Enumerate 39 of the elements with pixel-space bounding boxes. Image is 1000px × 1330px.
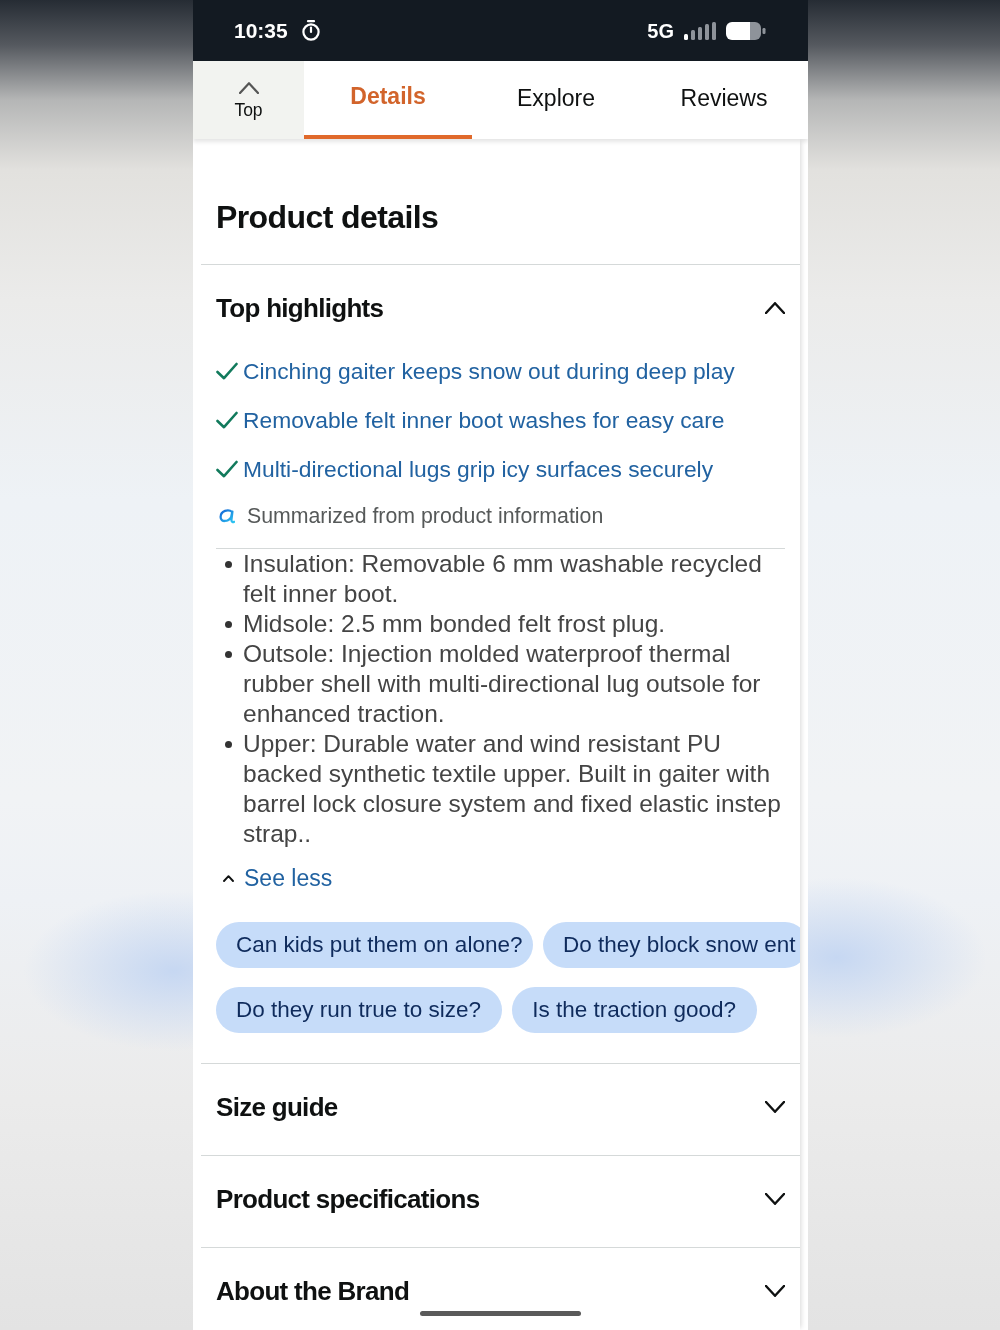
bullet-icon [225, 741, 232, 748]
chevron-up-icon [238, 82, 259, 94]
bullet-icon [225, 651, 232, 658]
bullet-text: Insulation: Removable 6 mm washable recycled felt inner boot. [243, 549, 763, 609]
top-button[interactable]: Top [193, 61, 304, 139]
section-title: Product specifications [216, 1183, 480, 1215]
highlight-text: Removable felt inner boot washes for easy care [243, 405, 725, 434]
check-icon [216, 410, 238, 429]
highlight-text: Cinching gaiter keeps snow out during deep play [243, 356, 735, 385]
check-icon [216, 361, 238, 380]
chevron-down-icon[interactable] [765, 1101, 785, 1113]
page-title: Product details [216, 198, 440, 237]
question-chip[interactable]: Can kids put them on alone? [216, 922, 533, 968]
signal-icon [684, 21, 716, 40]
summary-note: Summarized from product information [247, 503, 604, 529]
question-chip[interactable]: Do they block snow ent [542, 922, 800, 968]
chevron-up-icon[interactable] [765, 302, 785, 314]
bullet-icon [225, 561, 232, 568]
tab[interactable]: Reviews [640, 61, 808, 139]
swirl-icon [219, 508, 235, 524]
status-time: 10:35 [234, 18, 288, 43]
stopwatch-icon [301, 20, 320, 41]
bullet-text: Upper: Durable water and wind resistant PU backed synthetic textile upper. Built in gaiter with barrel lock closure system and fixed elastic instep strap.. [243, 729, 782, 849]
bullet-text: Midsole: 2.5 mm bonded felt frost plug. [243, 609, 667, 639]
section-title: Size guide [216, 1091, 338, 1123]
bullet-icon [225, 621, 232, 628]
section-title: About the Brand [216, 1275, 410, 1307]
bullet-text: Outsole: Injection molded waterproof thermal rubber shell with multi-directional lug outsole for enhanced traction. [243, 639, 762, 729]
tab[interactable]: Explore [472, 61, 640, 139]
question-chip[interactable]: Is the traction good? [512, 987, 758, 1033]
check-icon [216, 459, 238, 478]
see-less-link[interactable]: See less [216, 863, 333, 893]
highlight-text: Multi-directional lugs grip icy surfaces securely [243, 454, 714, 483]
chevron-down-icon[interactable] [765, 1193, 785, 1205]
section-title: Top highlights [216, 292, 384, 324]
chevron-down-icon[interactable] [765, 1285, 785, 1297]
question-chip[interactable]: Do they run true to size? [216, 987, 503, 1033]
network-label: 5G [647, 18, 674, 43]
battery-icon [726, 20, 766, 41]
